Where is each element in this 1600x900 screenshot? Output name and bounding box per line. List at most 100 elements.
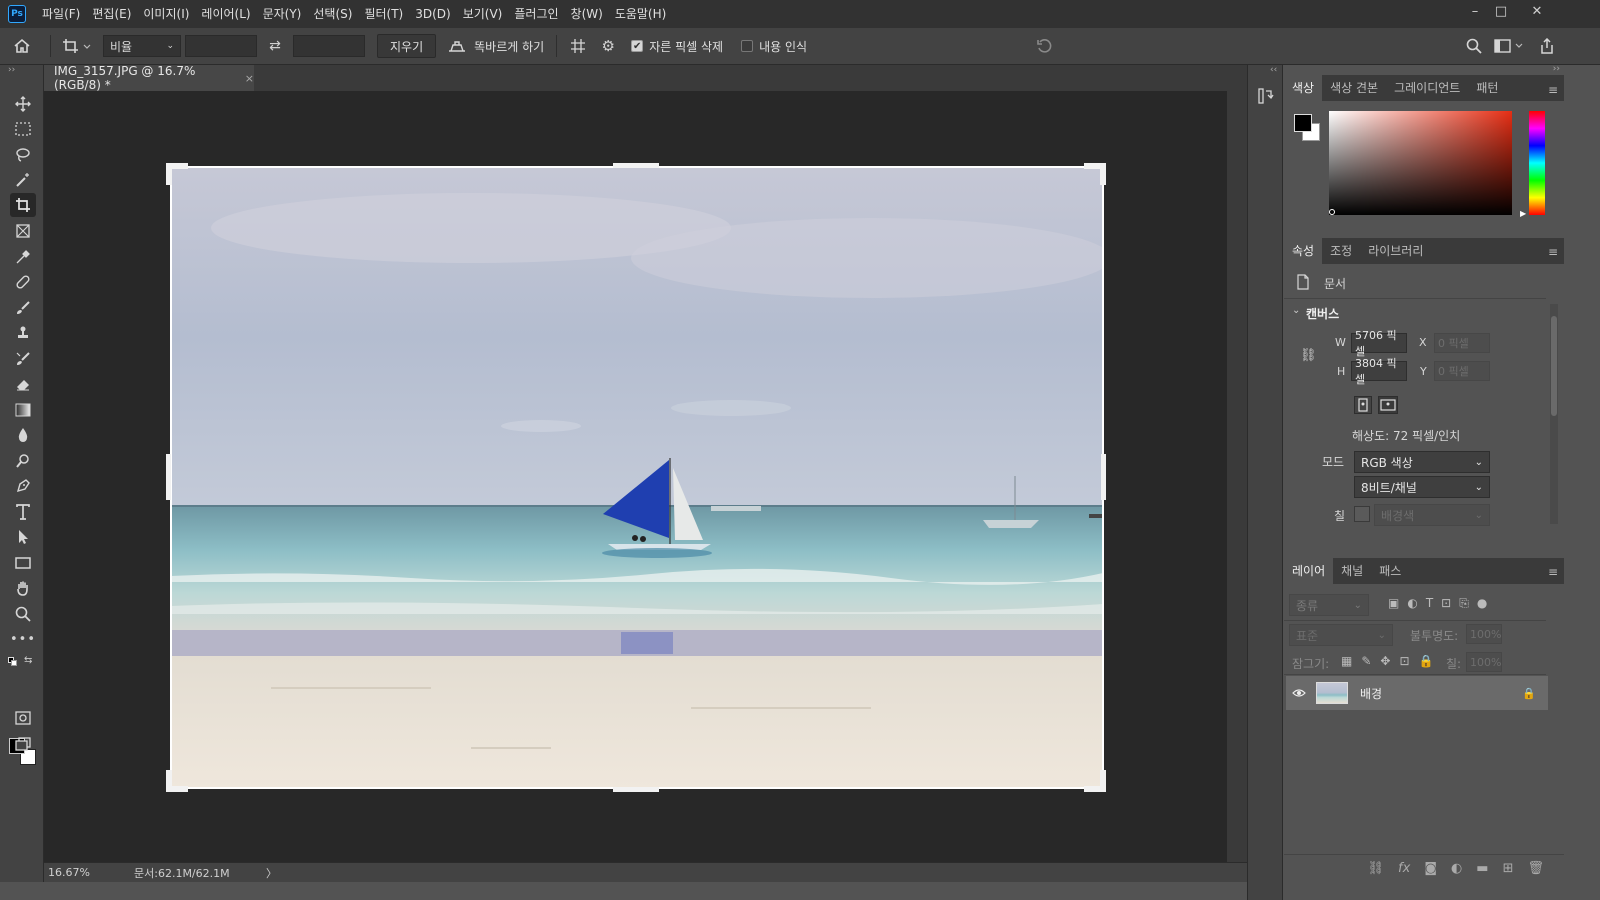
panel-tab[interactable]: 조정 [1322,238,1360,264]
properties-menu-icon[interactable]: ≡ [1548,245,1558,259]
fill-opacity-input[interactable]: 100% [1466,652,1502,672]
fx-icon[interactable]: fx [1398,861,1410,876]
straighten-label[interactable]: 똑바르게 하기 [474,38,544,55]
menu-item[interactable]: 도움말(H) [609,0,673,28]
panel-tab[interactable]: 그레이디언트 [1386,75,1468,101]
workspace-icon[interactable] [1492,39,1526,53]
x-input[interactable]: 0 픽셀 [1434,333,1490,353]
delete-cropped-label[interactable]: 자른 픽셀 삭제 [649,38,723,55]
gradient-tool-icon[interactable] [10,398,36,422]
clone-stamp-tool-icon[interactable] [10,321,36,345]
history-panel-icon[interactable] [1257,87,1275,105]
ratio-width-input[interactable] [185,35,257,57]
crop-tool-preset-icon[interactable] [57,38,97,54]
height-input[interactable]: 3804 픽셀 [1351,357,1407,386]
crop-handle-bottom-right-v[interactable] [1100,770,1106,792]
history-brush-tool-icon[interactable] [10,347,36,371]
eyedropper-tool-icon[interactable] [10,245,36,269]
crop-handle-bottom[interactable] [613,787,659,792]
eraser-tool-icon[interactable] [10,372,36,396]
smart-object-filter-icon[interactable]: ⎘ [1459,596,1469,611]
eye-icon[interactable] [1286,688,1312,698]
ratio-select[interactable]: 비율 ⌄ [103,35,181,57]
path-selection-tool-icon[interactable] [10,525,36,549]
straighten-icon[interactable] [440,39,474,53]
width-input[interactable]: 5706 픽셀 [1351,329,1407,358]
menu-item[interactable]: 이미지(I) [137,0,195,28]
color-panel-menu-icon[interactable]: ≡ [1548,83,1558,97]
crop-tool-icon[interactable] [10,193,36,217]
layer-filter-select[interactable]: 종류 ⌄ [1289,594,1369,616]
menu-item[interactable]: 파일(F) [36,0,86,28]
lock-position-icon[interactable]: ✥ [1380,654,1390,668]
pen-tool-icon[interactable] [10,474,36,498]
ratio-height-input[interactable] [293,35,365,57]
canvas-scrollbar[interactable] [1227,91,1247,862]
chevron-down-icon[interactable]: ⌄ [1292,305,1300,316]
panel-tab[interactable]: 색상 견본 [1322,75,1386,101]
portrait-orientation-icon[interactable] [1354,396,1372,414]
reset-icon[interactable] [1032,38,1056,54]
lock-image-icon[interactable]: ✎ [1361,654,1371,668]
landscape-orientation-icon[interactable] [1378,396,1398,414]
adjustment-filter-icon[interactable]: ◐ [1407,596,1417,611]
color-field-cursor[interactable] [1329,209,1335,215]
crop-handle-left[interactable] [166,454,171,500]
color-field[interactable] [1329,111,1512,215]
filter-toggle-icon[interactable]: ● [1477,596,1487,611]
content-aware-checkbox[interactable] [741,40,754,52]
folder-icon[interactable]: ▬ [1476,861,1488,876]
crop-handle-top-left-v[interactable] [166,163,172,185]
magic-wand-tool-icon[interactable] [10,168,36,192]
lock-artboard-icon[interactable]: ⊡ [1399,654,1409,668]
crop-handle-right[interactable] [1101,454,1106,500]
swap-icon[interactable]: ⇄ [257,38,293,54]
healing-brush-tool-icon[interactable] [10,270,36,294]
content-aware-label[interactable]: 내용 인식 [759,38,807,55]
swap-colors-icon[interactable]: ⇆ [24,655,32,666]
default-colors-icon[interactable] [8,657,18,667]
close-tab-icon[interactable]: × [245,72,254,85]
document-tab[interactable]: IMG_3157.JPG @ 16.7% (RGB/8) * × [44,64,254,92]
adjustment-icon[interactable]: ◐ [1451,861,1462,876]
menu-item[interactable]: 선택(S) [307,0,358,28]
lock-all-icon[interactable]: 🔒 [1419,654,1434,668]
type-tool-icon[interactable] [10,500,36,524]
panel-tab[interactable]: 채널 [1333,558,1371,584]
trash-icon[interactable]: 🗑 [1527,861,1544,876]
shape-filter-icon[interactable]: ⊡ [1441,596,1451,611]
frame-tool-icon[interactable] [10,219,36,243]
overlay-grid-icon[interactable] [563,38,593,54]
more-tools-icon[interactable]: ••• [10,627,36,651]
crop-handle-top-right-v[interactable] [1100,163,1106,185]
share-icon[interactable] [1536,38,1558,54]
foreground-swatch[interactable] [1294,114,1312,132]
zoom-tool-icon[interactable] [10,602,36,626]
type-filter-icon[interactable]: T [1426,596,1433,611]
crop-handle-top[interactable] [613,163,659,168]
lasso-tool-icon[interactable] [10,143,36,167]
menu-item[interactable]: 플러그인 [508,0,564,28]
rectangle-tool-icon[interactable] [10,551,36,575]
layer-name[interactable]: 배경 [1360,685,1382,702]
canvas-section-title[interactable]: 캔버스 [1306,305,1339,322]
layer-lock-icon[interactable]: 🔒 [1522,687,1536,700]
panel-tab[interactable]: 색상 [1284,75,1323,101]
panel-tab[interactable]: 라이브러리 [1360,238,1431,264]
blend-mode-select[interactable]: 표준 ⌄ [1289,624,1393,646]
image-filter-icon[interactable]: ▣ [1388,596,1399,611]
home-icon[interactable] [0,38,44,54]
link-dimensions-icon[interactable]: ⛓ [1300,348,1317,363]
close-window-button[interactable]: ✕ [1520,0,1554,22]
delete-cropped-checkbox[interactable]: ✔ [631,40,644,52]
collapse-panels-icon[interactable]: ›› [1553,64,1560,74]
gear-icon[interactable]: ⚙ [593,37,623,55]
crop-frame[interactable] [170,166,1104,789]
hue-slider[interactable] [1529,111,1545,215]
menu-item[interactable]: 3D(D) [409,0,456,28]
screen-mode-icon[interactable] [10,732,36,756]
dodge-tool-icon[interactable] [10,449,36,473]
hue-slider-thumb[interactable]: ▶ [1520,209,1526,218]
zoom-level[interactable]: 16.67% [48,866,128,879]
hand-tool-icon[interactable] [10,576,36,600]
